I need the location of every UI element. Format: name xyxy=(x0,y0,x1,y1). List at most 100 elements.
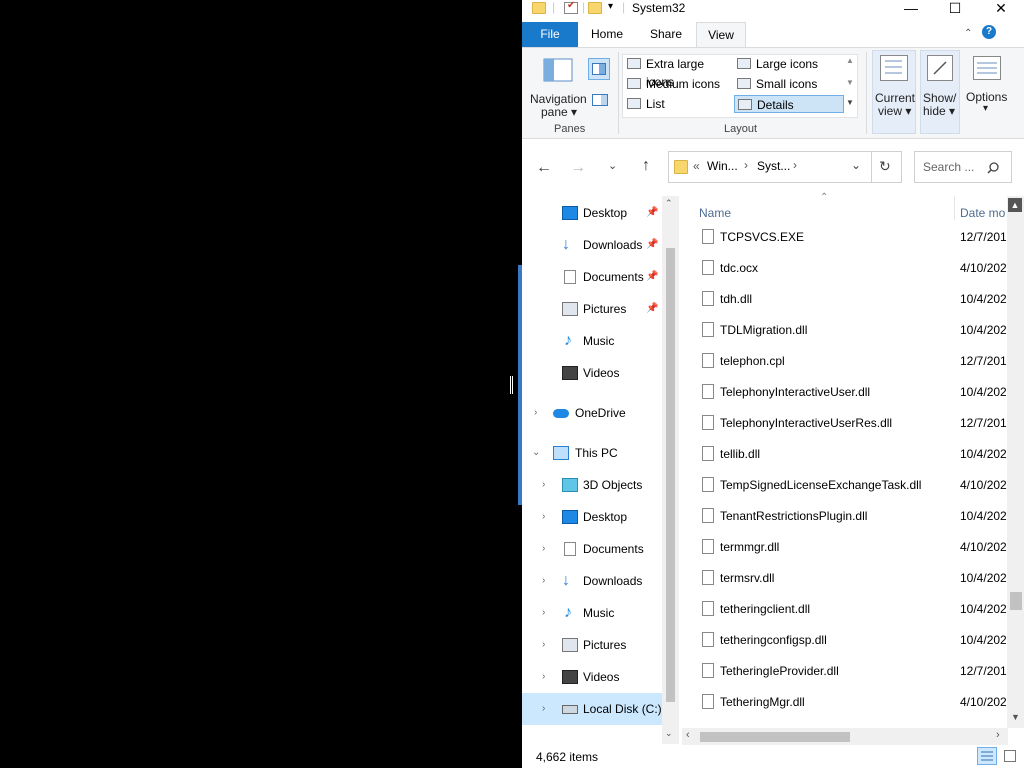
table-row[interactable]: TetheringMgr.dll 4/10/202 xyxy=(702,687,1022,718)
new-folder-icon[interactable] xyxy=(588,2,602,14)
nav-item-documents[interactable]: Documents 📌 xyxy=(522,263,662,291)
details-pane-icon[interactable] xyxy=(592,94,608,106)
horizontal-scroll-thumb[interactable] xyxy=(700,732,850,742)
search-box[interactable]: Search ... xyxy=(914,151,1012,183)
scroll-left-icon[interactable]: ‹ xyxy=(686,729,690,741)
table-row[interactable]: tellib.dll 10/4/202 xyxy=(702,439,1022,470)
chevron-right-icon[interactable]: › xyxy=(542,535,545,563)
chevron-right-icon[interactable]: › xyxy=(542,503,545,531)
nav-item-pc-pictures[interactable]: › Pictures xyxy=(522,631,662,659)
nav-item-3d-objects[interactable]: › 3D Objects xyxy=(522,471,662,499)
table-row[interactable]: TDLMigration.dll 10/4/202 xyxy=(702,315,1022,346)
scroll-right-icon[interactable]: › xyxy=(996,729,1000,741)
breadcrumb-system32[interactable]: Syst... xyxy=(757,159,790,173)
chevron-right-icon[interactable]: › xyxy=(542,663,545,691)
table-row[interactable]: tdh.dll 10/4/202 xyxy=(702,284,1022,315)
breadcrumb-windows[interactable]: Win... xyxy=(707,159,738,173)
table-row[interactable]: termmgr.dll 4/10/202 xyxy=(702,532,1022,563)
current-view-button[interactable]: Current view ▾ xyxy=(872,50,916,134)
table-row[interactable]: tdc.ocx 4/10/202 xyxy=(702,253,1022,284)
tab-file[interactable]: File xyxy=(522,22,578,47)
nav-item-pictures[interactable]: Pictures 📌 xyxy=(522,295,662,323)
back-arrow-icon[interactable]: ← xyxy=(536,159,552,177)
split-drag-handle[interactable] xyxy=(510,376,513,394)
table-row[interactable]: TCPSVCS.EXE 12/7/201 xyxy=(702,222,1022,253)
chevron-right-icon[interactable]: › xyxy=(542,599,545,627)
nav-item-local-disk[interactable]: › Local Disk (C:) xyxy=(522,693,662,725)
nav-item-pc-videos[interactable]: › Videos xyxy=(522,663,662,691)
collapse-ribbon-icon[interactable]: ⌃ xyxy=(964,28,972,39)
up-arrow-icon[interactable]: ↑ xyxy=(642,157,650,175)
nav-item-pc-music[interactable]: › ♪ Music xyxy=(522,599,662,627)
music-icon: ♪ xyxy=(564,332,572,349)
nav-item-onedrive[interactable]: › OneDrive xyxy=(522,399,662,427)
nav-pane-scroll-thumb[interactable] xyxy=(666,248,675,702)
chevron-right-icon[interactable]: › xyxy=(542,567,545,595)
help-icon[interactable]: ? xyxy=(982,25,996,39)
table-row[interactable]: TetheringIeProvider.dll 12/7/201 xyxy=(702,656,1022,687)
address-bar[interactable]: « Win... › Syst... › ⌄ ↻ xyxy=(668,151,902,183)
table-row[interactable]: tetheringconfigsp.dll 10/4/202 xyxy=(702,625,1022,656)
refresh-icon[interactable]: ↻ xyxy=(879,158,891,175)
chevron-right-icon[interactable]: › xyxy=(542,631,545,659)
layout-small-icons[interactable]: Small icons xyxy=(734,75,844,93)
table-row[interactable]: telephon.cpl 12/7/201 xyxy=(702,346,1022,377)
maximize-button[interactable]: ☐ xyxy=(932,0,978,20)
close-button[interactable]: ✕ xyxy=(978,0,1024,20)
properties-icon[interactable]: ✔ xyxy=(564,0,578,14)
pin-icon[interactable]: 📌 xyxy=(646,231,658,259)
show-hide-label: Show/ xyxy=(923,91,957,105)
gallery-scroll-up-icon[interactable]: ▲ xyxy=(846,56,854,65)
column-header-name[interactable]: Name xyxy=(699,206,731,220)
nav-scroll-down-icon[interactable]: ⌄ xyxy=(665,728,673,739)
pin-icon[interactable]: 📌 xyxy=(646,263,658,291)
table-row[interactable]: TelephonyInteractiveUserRes.dll 12/7/201 xyxy=(702,408,1022,439)
recent-locations-chevron-icon[interactable]: ⌄ xyxy=(608,159,617,172)
layout-details[interactable]: Details xyxy=(734,95,844,113)
nav-item-pc-downloads[interactable]: › ↓ Downloads xyxy=(522,567,662,595)
layout-extra-large-icons[interactable]: Extra large icons xyxy=(624,55,734,89)
nav-item-music[interactable]: ♪ Music xyxy=(522,327,662,355)
nav-item-pc-desktop[interactable]: › Desktop xyxy=(522,503,662,531)
pin-icon[interactable]: 📌 xyxy=(646,295,658,323)
chevron-right-icon[interactable]: › xyxy=(542,693,545,725)
nav-item-downloads[interactable]: ↓ Downloads 📌 xyxy=(522,231,662,259)
gallery-scroll-down-icon[interactable]: ▼ xyxy=(846,78,854,87)
tab-view[interactable]: View xyxy=(696,22,746,47)
chevron-down-icon[interactable]: ⌄ xyxy=(532,439,540,467)
nav-item-videos[interactable]: Videos xyxy=(522,359,662,387)
breadcrumb-overflow[interactable]: « xyxy=(693,159,700,173)
minimize-button[interactable]: — xyxy=(888,0,934,20)
chevron-right-icon[interactable]: › xyxy=(542,471,545,499)
navigation-pane-button[interactable]: Navigation pane ▾ xyxy=(528,52,588,119)
nav-scroll-up-icon[interactable]: ⌃ xyxy=(665,198,673,209)
nav-item-desktop[interactable]: Desktop 📌 xyxy=(522,199,662,227)
forward-arrow-icon[interactable]: → xyxy=(570,159,586,177)
column-divider[interactable] xyxy=(954,196,955,220)
chevron-right-icon[interactable]: › xyxy=(534,399,537,427)
table-row[interactable]: tetheringclient.dll 10/4/202 xyxy=(702,594,1022,625)
address-dropdown-icon[interactable]: ⌄ xyxy=(851,158,861,172)
table-row[interactable]: TelephonyInteractiveUser.dll 10/4/202 xyxy=(702,377,1022,408)
gallery-expand-icon[interactable]: ▼ xyxy=(846,98,854,107)
show-hide-button[interactable]: Show/ hide ▾ xyxy=(920,50,960,134)
scroll-up-icon[interactable]: ▲ xyxy=(1008,198,1022,212)
tab-share[interactable]: Share xyxy=(638,22,694,47)
customize-quick-access-icon[interactable]: ▾ xyxy=(608,1,613,12)
table-row[interactable]: termsrv.dll 10/4/202 xyxy=(702,563,1022,594)
file-date-modified: 12/7/201 xyxy=(960,664,1007,678)
preview-pane-button[interactable] xyxy=(588,58,610,80)
tab-home[interactable]: Home xyxy=(582,22,632,47)
layout-medium-icons[interactable]: Medium icons xyxy=(624,75,734,93)
pin-icon[interactable]: 📌 xyxy=(646,199,658,227)
table-row[interactable]: TenantRestrictionsPlugin.dll 10/4/202 xyxy=(702,501,1022,532)
options-button[interactable]: Options ▾ xyxy=(964,50,1012,134)
layout-list[interactable]: List xyxy=(624,95,734,113)
large-icons-view-toggle[interactable] xyxy=(1000,747,1020,765)
column-header-date-modified[interactable]: Date mo xyxy=(960,206,1005,220)
table-row[interactable]: TempSignedLicenseExchangeTask.dll 4/10/20… xyxy=(702,470,1022,501)
nav-item-this-pc[interactable]: ⌄ This PC xyxy=(522,439,662,467)
layout-large-icons[interactable]: Large icons xyxy=(734,55,844,73)
nav-item-pc-documents[interactable]: › Documents xyxy=(522,535,662,563)
details-view-toggle[interactable] xyxy=(977,747,997,765)
